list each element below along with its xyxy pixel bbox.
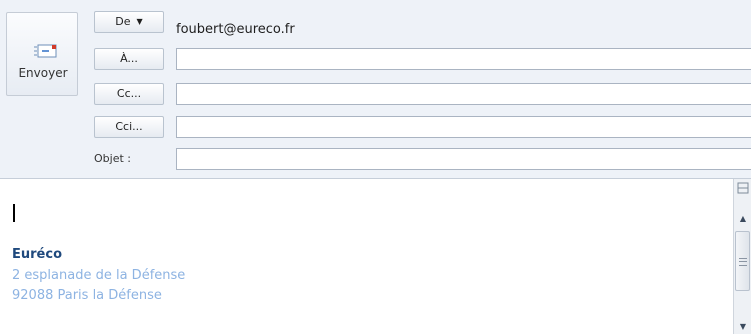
from-button[interactable]: De ▼ [94, 11, 164, 33]
split-icon[interactable] [735, 181, 751, 195]
signature-company: Euréco [12, 247, 63, 262]
bcc-button[interactable]: Cci... [94, 116, 164, 138]
chevron-down-icon: ▼ [136, 17, 143, 26]
subject-field[interactable] [176, 148, 751, 170]
cc-button[interactable]: Cc... [94, 83, 164, 105]
from-button-label: De [115, 15, 131, 28]
scrollbar-thumb[interactable] [735, 231, 750, 291]
bcc-field[interactable] [176, 116, 751, 138]
arrow-down-icon: ▼ [739, 322, 747, 331]
cc-field[interactable] [176, 83, 751, 105]
signature-address-line2: 92088 Paris la Défense [12, 288, 162, 303]
message-body[interactable]: Euréco 2 esplanade de la Défense 92088 P… [0, 178, 751, 334]
to-field[interactable] [176, 48, 751, 70]
send-button-label: Envoyer [18, 66, 68, 80]
scroll-down-button[interactable]: ▼ [735, 320, 751, 334]
signature-address-line1: 2 esplanade de la Défense [12, 268, 186, 283]
send-button[interactable]: Envoyer [6, 12, 78, 96]
grip-icon [739, 258, 747, 266]
from-address: foubert@eureco.fr [176, 22, 295, 37]
subject-label: Objet : [94, 152, 131, 165]
scroll-up-button[interactable]: ▲ [735, 212, 751, 226]
send-mail-icon [34, 44, 57, 58]
to-button-label: À... [120, 52, 138, 65]
arrow-up-icon: ▲ [739, 214, 747, 223]
bcc-button-label: Cci... [115, 120, 143, 133]
text-cursor [13, 204, 15, 222]
to-button[interactable]: À... [94, 48, 164, 70]
compose-header: Envoyer De ▼ foubert@eureco.fr À... Cc...… [0, 0, 751, 178]
vertical-scrollbar[interactable]: ▲ ▼ [733, 179, 751, 334]
cc-button-label: Cc... [116, 87, 142, 100]
